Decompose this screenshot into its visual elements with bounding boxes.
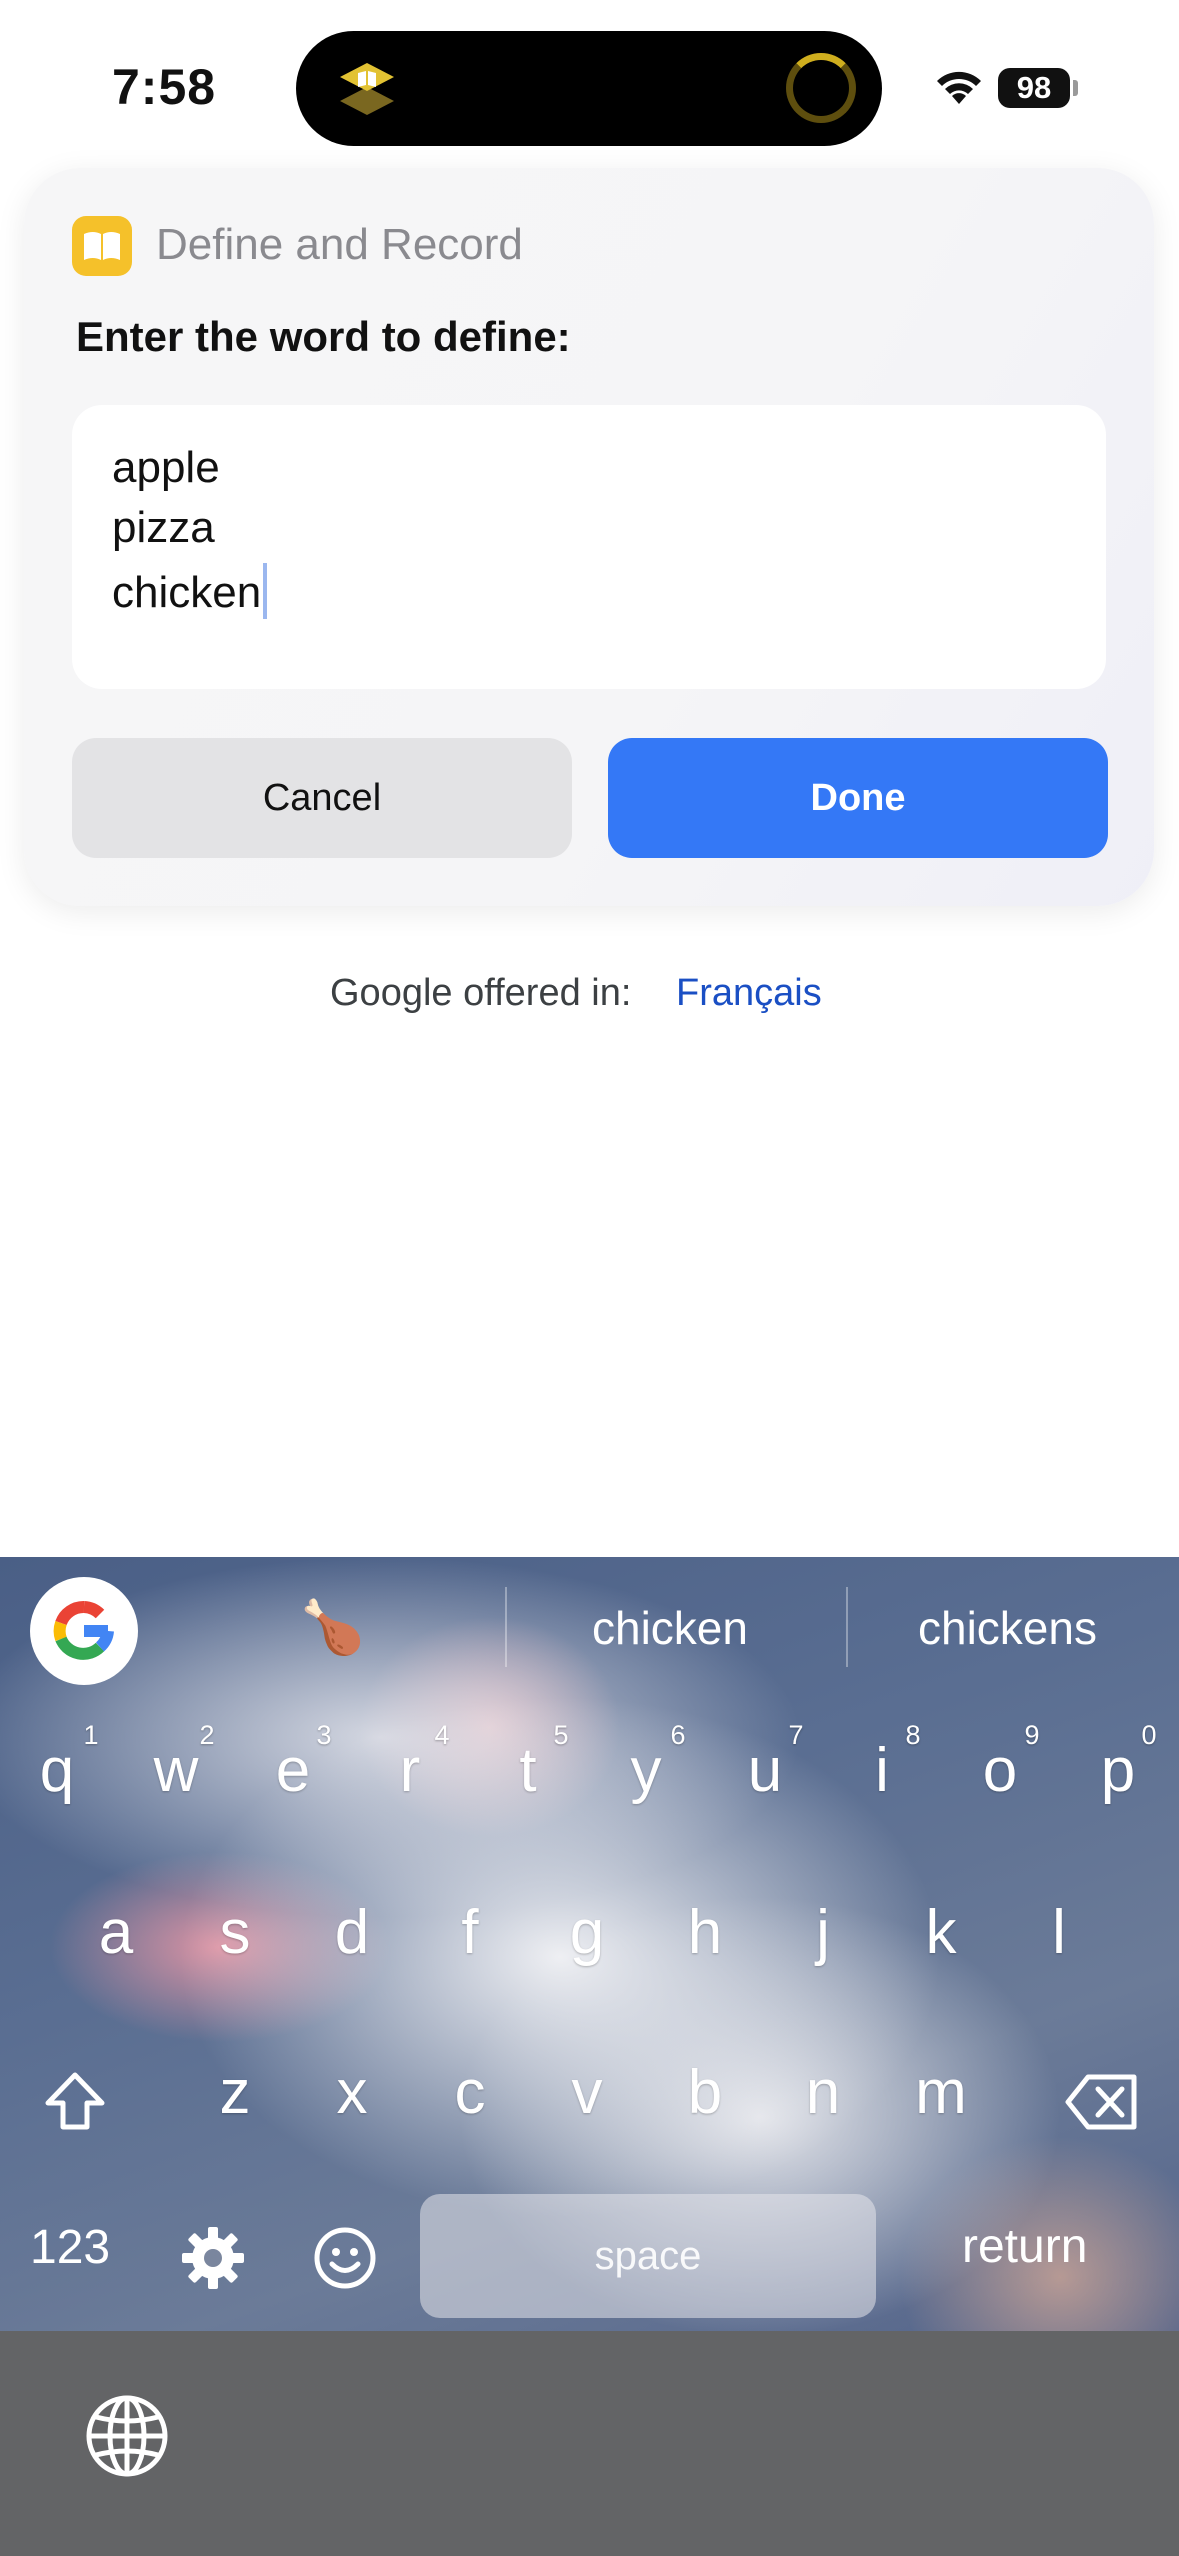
dialog-app-name: Define and Record [156, 220, 523, 269]
key-hint: 7 [788, 1720, 804, 1750]
google-logo-icon[interactable] [30, 1577, 138, 1685]
define-dialog: Define and Record Enter the word to defi… [24, 168, 1154, 906]
space-key[interactable]: space [420, 2194, 876, 2318]
key-hint: 8 [905, 1720, 921, 1750]
keyboard-bottom-bar [0, 2331, 1179, 2556]
globe-icon[interactable] [84, 2393, 170, 2479]
key-c[interactable]: c [415, 2057, 525, 2128]
emoji-suggestion[interactable]: 🍗 [300, 1597, 365, 1658]
key-hint: 3 [316, 1720, 332, 1750]
text-caret [263, 563, 268, 619]
input-line: chicken [112, 568, 262, 617]
key-hint: 9 [1024, 1720, 1040, 1750]
key-hint: 0 [1141, 1720, 1157, 1750]
key-x[interactable]: x [297, 2057, 407, 2128]
key-k[interactable]: k [886, 1897, 996, 1968]
key-hint: 1 [83, 1720, 99, 1750]
suggestion-chickens[interactable]: chickens [918, 1601, 1097, 1655]
key-hint: 5 [553, 1720, 569, 1750]
suggestion-divider [846, 1587, 848, 1667]
battery-nub [1073, 80, 1078, 96]
key-d[interactable]: d [297, 1897, 407, 1968]
key-hint: 6 [670, 1720, 686, 1750]
dynamic-island[interactable] [296, 31, 882, 146]
key-b[interactable]: b [650, 2057, 760, 2128]
key-hint: 4 [434, 1720, 450, 1750]
key-v[interactable]: v [532, 2057, 642, 2128]
backspace-icon[interactable] [1064, 2073, 1140, 2131]
progress-ring-icon [786, 53, 856, 123]
suggestion-chicken[interactable]: chicken [592, 1601, 748, 1655]
wifi-icon [937, 71, 981, 104]
dialog-prompt: Enter the word to define: [76, 313, 571, 360]
word-input-field[interactable]: apple pizza chicken [72, 405, 1106, 689]
suggestion-divider [505, 1587, 507, 1667]
cancel-button[interactable]: Cancel [72, 738, 572, 858]
emoji-icon[interactable] [312, 2225, 378, 2291]
key-j[interactable]: j [768, 1897, 878, 1968]
input-line: pizza [112, 503, 215, 552]
key-z[interactable]: z [180, 2057, 290, 2128]
key-l[interactable]: l [1004, 1897, 1114, 1968]
shift-icon[interactable] [42, 2069, 108, 2135]
return-key[interactable]: return [962, 2219, 1087, 2274]
key-hint: 2 [199, 1720, 215, 1750]
google-offered-text: Google offered in: [330, 972, 632, 1014]
gboard-keyboard: 🍗 chicken chickens q w e r t y u i o p 1… [0, 1557, 1179, 2331]
input-line-current: chicken [112, 563, 268, 619]
key-g[interactable]: g [532, 1897, 642, 1968]
status-time: 7:58 [112, 59, 217, 115]
gear-icon[interactable] [180, 2225, 246, 2291]
key-a[interactable]: a [61, 1897, 171, 1968]
key-s[interactable]: s [180, 1897, 290, 1968]
language-link[interactable]: Français [676, 972, 822, 1015]
battery-icon: 98 [998, 68, 1070, 108]
input-line: apple [112, 443, 220, 492]
key-h[interactable]: h [650, 1897, 760, 1968]
book-icon [72, 216, 132, 276]
key-n[interactable]: n [768, 2057, 878, 2128]
key-f[interactable]: f [415, 1897, 525, 1968]
shortcuts-icon [340, 63, 394, 115]
numbers-key[interactable]: 123 [30, 2220, 110, 2275]
key-m[interactable]: m [886, 2057, 996, 2128]
done-button[interactable]: Done [608, 738, 1108, 858]
